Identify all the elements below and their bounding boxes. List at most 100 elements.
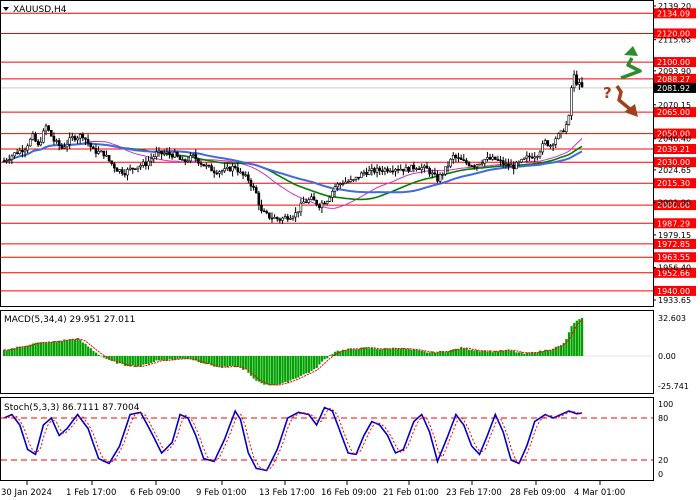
candle-body — [512, 164, 515, 170]
macd-bar — [386, 348, 389, 356]
candle-body — [580, 82, 584, 88]
candle-body — [26, 145, 29, 151]
candle-body — [226, 166, 229, 169]
candle-body — [7, 159, 11, 161]
candle-body — [572, 74, 576, 89]
macd-bar — [257, 355, 261, 382]
macd-bar — [276, 355, 279, 385]
macd-bar — [110, 355, 113, 362]
macd-bar — [39, 342, 42, 356]
candle-body — [189, 155, 192, 162]
candle-body — [52, 135, 56, 142]
macd-bar — [102, 355, 106, 358]
candle-body — [557, 133, 560, 139]
macd-bar — [299, 355, 303, 376]
candle-body — [131, 167, 135, 170]
macd-bar — [284, 355, 287, 382]
macd-bar — [486, 351, 489, 356]
time-tick-label: 6 Feb 09:00 — [130, 488, 180, 498]
macd-bar — [71, 339, 74, 356]
candle-body — [241, 171, 245, 176]
macd-bar — [144, 355, 148, 365]
macd-bar — [29, 344, 32, 356]
stoch-axis-label: 100 — [658, 400, 673, 409]
candle-body — [578, 82, 581, 85]
candle-body — [407, 166, 410, 172]
level-label: 1987.29 — [657, 219, 690, 228]
candle-body — [212, 170, 216, 174]
candle-body — [199, 162, 203, 165]
candle-body — [49, 130, 53, 137]
macd-bar — [502, 350, 505, 356]
macd-bar — [373, 348, 376, 356]
candle-body — [210, 165, 213, 172]
candle-body — [278, 218, 282, 221]
macd-bar — [570, 326, 573, 356]
macd-bar — [313, 355, 316, 370]
candle-body — [346, 181, 350, 183]
candle-body — [55, 140, 58, 142]
candle-body — [71, 136, 74, 138]
candle-body — [107, 154, 111, 162]
candle-body — [281, 217, 284, 221]
candle-body — [149, 158, 153, 162]
candle-body — [360, 172, 363, 179]
macd-bar — [407, 348, 410, 356]
macd-bar — [160, 355, 163, 361]
macd-bar — [473, 350, 476, 356]
macd-bar — [483, 350, 486, 356]
time-axis: 30 Jan 2024 1 Feb 17:00 6 Feb 09:00 9 Feb 0… — [1, 481, 625, 498]
candle-body — [113, 163, 116, 169]
macd-bar — [249, 355, 253, 376]
macd-bar — [391, 347, 395, 356]
candle-body — [341, 183, 345, 185]
macd-bar — [236, 355, 240, 367]
macd-bar — [252, 355, 255, 379]
candle-body — [268, 212, 271, 219]
candle-body — [338, 183, 342, 186]
macd-bar — [76, 338, 79, 356]
candle-body — [286, 216, 290, 220]
candle-body — [404, 166, 408, 172]
stoch-axis-label: 0 — [658, 470, 663, 479]
candle-body — [141, 161, 145, 166]
stoch-label: Stoch(5,3,3) 86.7111 87.7004 — [4, 403, 140, 413]
macd-bar — [134, 355, 137, 367]
candle-body — [247, 174, 250, 181]
time-tick-label: 13 Feb 17:00 — [259, 488, 315, 498]
candle-body — [254, 187, 258, 194]
candle-body — [567, 115, 571, 125]
candle-body — [84, 137, 87, 140]
candle-body — [191, 154, 195, 156]
candle-body — [528, 155, 531, 158]
macd-bar — [318, 355, 321, 365]
macd-bar — [47, 341, 50, 356]
level-label: 2015.30 — [657, 179, 690, 188]
candle-body — [501, 160, 505, 165]
candle-body — [260, 204, 263, 212]
macd-bar — [42, 342, 45, 356]
time-tick-label: 4 Mar 01:00 — [574, 488, 625, 498]
candle-body — [173, 151, 177, 158]
candle-body — [475, 164, 479, 168]
candle-body — [310, 196, 313, 200]
candle-body — [564, 124, 568, 133]
price-tick-label: 2093.90 — [658, 67, 691, 76]
dropdown-triangle-icon[interactable] — [3, 7, 9, 11]
candle-body — [333, 186, 337, 192]
macd-bar — [286, 355, 289, 383]
candle-body — [438, 174, 442, 182]
candle-body — [562, 130, 565, 133]
macd-bar — [381, 349, 384, 356]
candle-body — [352, 179, 355, 181]
candle-body — [525, 155, 529, 159]
candle-body — [76, 137, 79, 141]
time-tick-label: 21 Feb 01:00 — [383, 488, 439, 498]
macd-bar — [81, 342, 85, 356]
price-tick-label: 1933.65 — [658, 296, 691, 305]
candle-body — [488, 157, 492, 160]
macd-bar — [179, 355, 182, 359]
candle-body — [165, 151, 169, 154]
candle-body — [68, 137, 71, 145]
macd-bar — [73, 339, 77, 356]
